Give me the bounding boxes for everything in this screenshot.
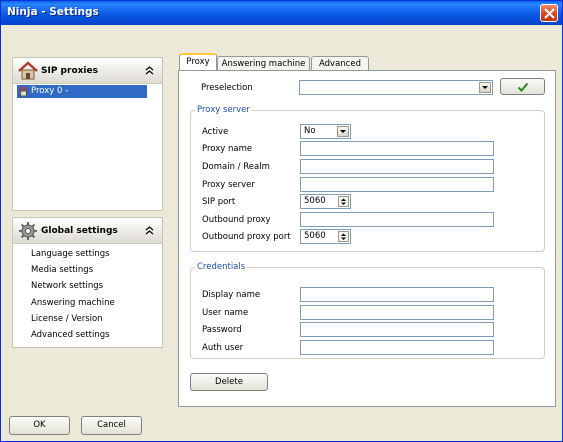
user-name-label: User name — [202, 308, 249, 318]
proxy-name-input[interactable] — [300, 141, 494, 156]
preselection-label: Preselection — [201, 83, 253, 93]
outbound-proxy-label: Outbound proxy — [202, 215, 271, 225]
sidebar-item-advanced-settings[interactable]: Advanced settings — [31, 330, 110, 340]
domain-label: Domain / Realm — [202, 162, 270, 172]
delete-button[interactable]: Delete — [190, 373, 268, 391]
ok-button-label: OK — [33, 420, 46, 430]
sip-proxies-panel: SIP proxies Proxy 0 - — [12, 57, 163, 211]
spinner-icon[interactable] — [338, 231, 349, 242]
proxy-tab-content: Preselection Proxy server Active No Prox… — [178, 70, 556, 407]
auth-user-input[interactable] — [300, 340, 494, 355]
sidebar-item-proxy-0[interactable]: Proxy 0 - — [17, 85, 147, 98]
sidebar-item-license-version[interactable]: License / Version — [31, 314, 103, 324]
outbound-port-value: 5060 — [304, 231, 326, 241]
outbound-port-label: Outbound proxy port — [202, 232, 291, 242]
user-name-input[interactable] — [300, 305, 494, 320]
sidebar-item-media-settings[interactable]: Media settings — [31, 265, 93, 275]
title-bar[interactable]: Ninja - Settings — [1, 1, 562, 25]
checkmark-icon — [517, 82, 528, 92]
settings-window: Ninja - Settings SIP proxies Proxy 0 - G… — [0, 0, 563, 442]
sip-proxies-header[interactable]: SIP proxies — [13, 58, 162, 84]
delete-button-label: Delete — [215, 377, 243, 387]
credentials-group: Credentials Display name User name Passw… — [190, 262, 545, 359]
ok-button[interactable]: OK — [9, 416, 70, 435]
sip-port-label: SIP port — [202, 197, 236, 207]
close-icon — [544, 8, 555, 19]
active-label: Active — [202, 127, 229, 137]
tab-answering-machine-label: Answering machine — [221, 59, 306, 69]
collapse-icon[interactable] — [145, 66, 154, 75]
auth-user-label: Auth user — [202, 343, 244, 353]
outbound-port-stepper[interactable]: 5060 — [300, 229, 351, 244]
chevron-down-icon — [479, 82, 491, 93]
preselection-select[interactable] — [299, 80, 493, 95]
close-button[interactable] — [540, 4, 558, 22]
proxy-item-label: Proxy 0 - — [31, 86, 69, 96]
proxy-server-legend: Proxy server — [195, 105, 252, 115]
tab-proxy-label: Proxy — [186, 57, 210, 67]
password-input[interactable] — [300, 322, 494, 337]
collapse-icon[interactable] — [145, 226, 154, 235]
domain-input[interactable] — [300, 159, 494, 174]
global-settings-header[interactable]: Global settings — [13, 218, 162, 244]
tab-advanced-label: Advanced — [319, 59, 361, 69]
global-settings-title: Global settings — [41, 226, 118, 236]
proxy-server-group: Proxy server Active No Proxy name Domain… — [190, 105, 545, 252]
sip-proxies-title: SIP proxies — [41, 66, 98, 76]
chevron-down-icon — [337, 126, 349, 137]
sidebar-item-language-settings[interactable]: Language settings — [31, 249, 110, 259]
cancel-button-label: Cancel — [97, 420, 126, 430]
apply-button[interactable] — [500, 78, 545, 95]
sidebar-item-network-settings[interactable]: Network settings — [31, 281, 103, 291]
active-select[interactable]: No — [300, 124, 351, 139]
window-title: Ninja - Settings — [7, 6, 99, 18]
display-name-label: Display name — [202, 290, 261, 300]
password-label: Password — [202, 325, 242, 335]
proxy-server-label: Proxy server — [202, 180, 255, 190]
proxy-icon — [18, 86, 29, 97]
outbound-proxy-input[interactable] — [300, 212, 494, 227]
display-name-input[interactable] — [300, 287, 494, 302]
sip-port-stepper[interactable]: 5060 — [300, 194, 351, 209]
sip-port-value: 5060 — [304, 196, 326, 206]
proxy-name-label: Proxy name — [202, 144, 253, 154]
proxy-server-input[interactable] — [300, 177, 494, 192]
sidebar-item-answering-machine[interactable]: Answering machine — [31, 298, 115, 308]
cancel-button[interactable]: Cancel — [81, 416, 142, 435]
global-settings-panel: Global settings Language settings Media … — [12, 217, 163, 348]
spinner-icon[interactable] — [338, 196, 349, 207]
house-icon — [18, 61, 38, 80]
credentials-legend: Credentials — [195, 262, 248, 272]
active-value: No — [304, 126, 316, 136]
gear-icon — [19, 222, 37, 240]
